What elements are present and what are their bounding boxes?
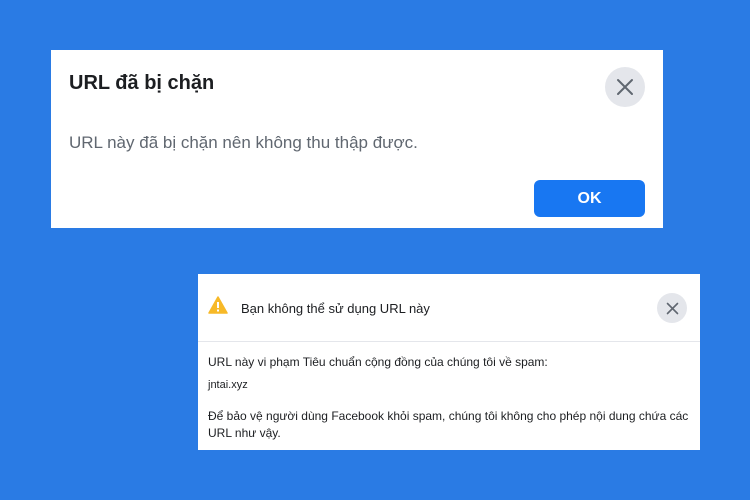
dialog-message: URL này đã bị chặn nên không thu thập đư…	[69, 133, 418, 152]
dialog-title: URL đã bị chặn	[69, 72, 215, 94]
dialog-header: Bạn không thể sử dụng URL này	[198, 274, 700, 342]
close-button[interactable]	[657, 293, 687, 323]
explanation-text: Để bảo vệ người dùng Facebook khỏi spam,…	[208, 409, 689, 440]
violation-text: URL này vi phạm Tiêu chuẩn cộng đồng của…	[208, 355, 548, 369]
spam-url-dialog: Bạn không thể sử dụng URL này URL này vi…	[198, 274, 700, 450]
close-icon	[666, 302, 678, 314]
blocked-domain: jntai.xyz	[208, 379, 248, 391]
close-icon	[617, 79, 633, 95]
dialog-title: Bạn không thể sử dụng URL này	[241, 301, 430, 316]
warning-icon	[208, 296, 228, 314]
url-blocked-dialog: URL đã bị chặn URL này đã bị chặn nên kh…	[51, 50, 663, 228]
close-button[interactable]	[605, 67, 645, 107]
ok-button[interactable]: OK	[534, 180, 645, 217]
